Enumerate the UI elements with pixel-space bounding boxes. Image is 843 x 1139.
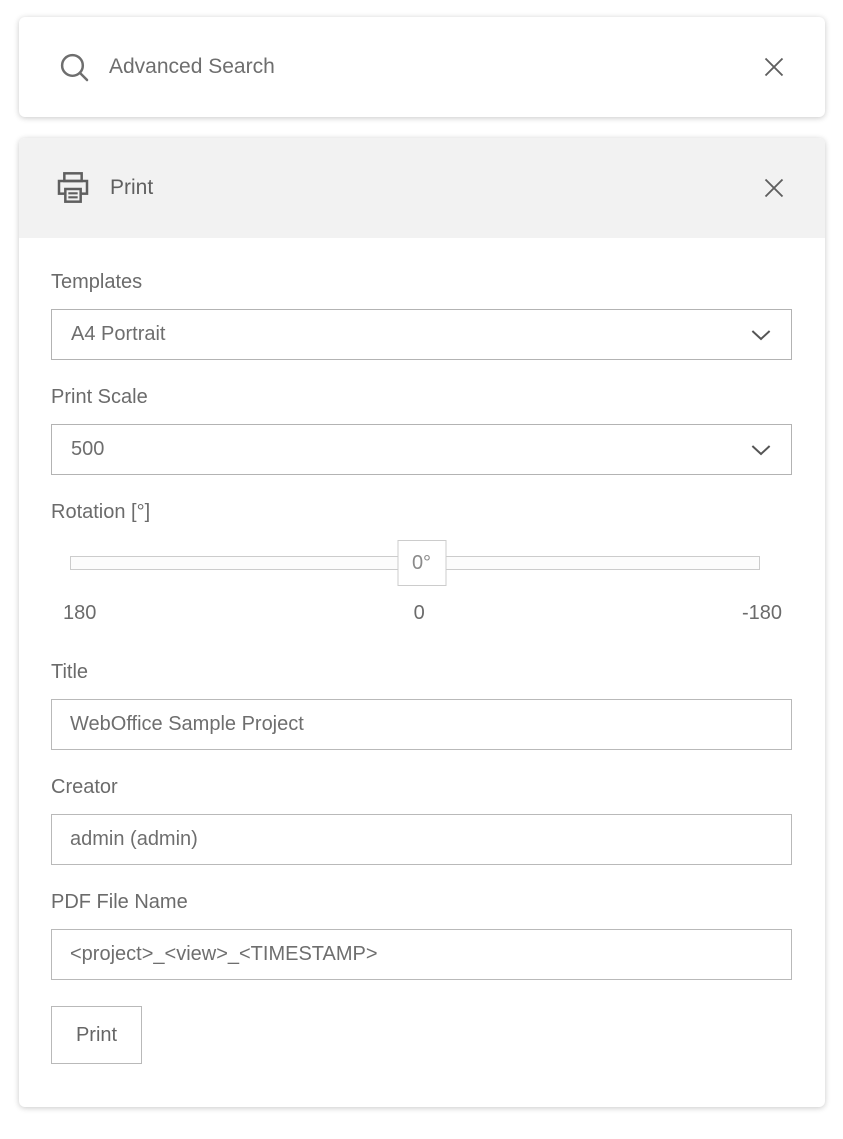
pdf-file-name-field: PDF File Name bbox=[51, 891, 792, 980]
templates-field: Templates A4 Portrait bbox=[51, 271, 792, 360]
pdf-file-name-input[interactable] bbox=[51, 929, 792, 980]
rotation-field: Rotation [°] 0° 180 0 -180 bbox=[51, 501, 792, 625]
templates-label: Templates bbox=[51, 271, 792, 294]
chevron-down-icon bbox=[747, 321, 775, 349]
print-scale-selected-value: 500 bbox=[71, 438, 104, 461]
rotation-tick-min: 180 bbox=[63, 602, 96, 625]
print-button[interactable]: Print bbox=[51, 1006, 142, 1064]
rotation-slider-ticks: 180 0 -180 bbox=[51, 602, 792, 625]
advanced-search-close-button[interactable] bbox=[759, 52, 789, 82]
print-scale-select[interactable]: 500 bbox=[51, 424, 792, 475]
print-scale-field: Print Scale 500 bbox=[51, 386, 792, 475]
rotation-slider: 0° bbox=[51, 532, 792, 594]
templates-select[interactable]: A4 Portrait bbox=[51, 309, 792, 360]
title-field: Title bbox=[51, 661, 792, 750]
print-scale-label: Print Scale bbox=[51, 386, 792, 409]
print-panel-title: Print bbox=[110, 176, 759, 200]
print-panel-header: Print bbox=[19, 138, 825, 238]
advanced-search-title: Advanced Search bbox=[109, 55, 759, 79]
close-icon bbox=[759, 52, 789, 82]
templates-selected-value: A4 Portrait bbox=[71, 323, 165, 346]
rotation-label: Rotation [°] bbox=[51, 501, 792, 524]
rotation-tick-mid: 0 bbox=[414, 602, 425, 625]
creator-label: Creator bbox=[51, 776, 792, 799]
printer-icon bbox=[53, 168, 93, 208]
page: Advanced Search Print bbox=[0, 0, 843, 1139]
advanced-search-panel: Advanced Search bbox=[19, 17, 825, 117]
search-icon bbox=[57, 50, 92, 85]
creator-field: Creator bbox=[51, 776, 792, 865]
print-panel-body: Templates A4 Portrait Print Scale 500 bbox=[19, 238, 825, 1064]
rotation-slider-handle[interactable]: 0° bbox=[397, 540, 446, 586]
print-panel-close-button[interactable] bbox=[759, 173, 789, 203]
title-input[interactable] bbox=[51, 699, 792, 750]
pdf-file-name-label: PDF File Name bbox=[51, 891, 792, 914]
rotation-tick-max: -180 bbox=[742, 602, 782, 625]
close-icon bbox=[759, 173, 789, 203]
title-label: Title bbox=[51, 661, 792, 684]
chevron-down-icon bbox=[747, 436, 775, 464]
print-panel: Print Templates A4 Portrait bbox=[19, 138, 825, 1107]
creator-input[interactable] bbox=[51, 814, 792, 865]
